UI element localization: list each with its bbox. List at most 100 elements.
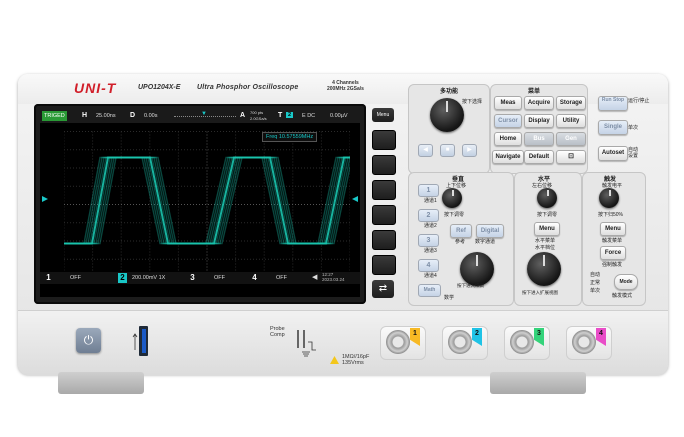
channel-4-info[interactable]: 4 OFF	[250, 273, 310, 283]
horizontal-push-zero-label: 按下调零	[537, 212, 558, 218]
stop-nav-button[interactable]: ■	[440, 144, 455, 157]
menu-button[interactable]: Menu	[372, 108, 394, 122]
acq-label: A	[240, 112, 246, 119]
bnc-connector	[510, 330, 534, 354]
gen-button[interactable]: Gen	[556, 132, 586, 146]
channel-1-value: OFF	[70, 275, 81, 281]
channel-3-label: 通道3	[424, 248, 437, 254]
frequency-readout: Freq 10.57559MHz	[262, 132, 318, 142]
channel-4-number: 4	[252, 273, 257, 282]
zoom-label: 按下进入扩展视图	[522, 290, 558, 295]
channel-2-label: 通道2	[424, 223, 437, 229]
channel-3-bnc[interactable]: 3	[504, 326, 550, 360]
navigate-button[interactable]: Navigate	[492, 150, 524, 164]
trigger-level-knob[interactable]	[599, 188, 619, 208]
spec-bandwidth: 200MHz 2GSa/s	[327, 86, 364, 92]
autoset-label: 自动设置	[628, 147, 639, 159]
swap-button[interactable]: ⇄	[372, 280, 394, 298]
force-button[interactable]: Force	[600, 246, 626, 260]
delay-label: D	[130, 112, 136, 119]
channel-4-button[interactable]: 4	[418, 259, 439, 272]
channel-1-bnc[interactable]: 1	[380, 326, 426, 360]
channel-2-bnc[interactable]: 2	[442, 326, 488, 360]
ref-button[interactable]: Ref	[450, 224, 472, 238]
horizontal-position-knob[interactable]	[537, 188, 557, 208]
print-screen-button[interactable]: ⊡	[556, 150, 586, 164]
meas-button[interactable]: Meas	[494, 96, 522, 110]
clock: 12:27 2023.03.24	[322, 272, 345, 282]
usb-icon	[132, 333, 138, 350]
acquire-button[interactable]: Acquire	[524, 96, 554, 110]
time-div-knob[interactable]	[527, 252, 561, 286]
ground-icon	[302, 351, 310, 357]
model-name: UPO1204X-E	[138, 84, 181, 91]
bus-button[interactable]: Bus	[524, 132, 554, 146]
probe-comp-terminals[interactable]	[294, 328, 324, 358]
usb-port[interactable]	[132, 322, 154, 360]
probe-comp-label: Probe Comp	[270, 326, 285, 338]
left-foot	[58, 372, 144, 394]
mode-single-label: 单次	[590, 288, 601, 294]
home-button[interactable]: Home	[494, 132, 522, 146]
math-button[interactable]: Math	[418, 284, 441, 297]
horizontal-menu-button[interactable]: Menu	[534, 222, 560, 236]
softkey-1[interactable]	[372, 130, 396, 150]
multipurpose-title: 多功能	[440, 89, 459, 95]
default-button[interactable]: Default	[524, 150, 554, 164]
channel2-offset-marker[interactable]	[42, 196, 48, 202]
bnc-connector	[386, 330, 410, 354]
channel-1-number: 1	[46, 273, 51, 282]
multipurpose-knob[interactable]	[430, 98, 464, 132]
channel-2-button[interactable]: 2	[418, 209, 439, 222]
digital-label: 数字通道	[475, 239, 496, 245]
channel-1-info[interactable]: 1 OFF	[44, 273, 104, 283]
softkey-6[interactable]	[372, 255, 396, 275]
mode-button[interactable]: Mode	[614, 274, 638, 290]
channel-3-info[interactable]: 3 OFF	[188, 273, 248, 283]
power-button[interactable]: ⏻	[76, 328, 101, 353]
timebase-label: H	[82, 112, 88, 119]
softkey-4[interactable]	[372, 205, 396, 225]
bnc-connector	[448, 330, 472, 354]
storage-button[interactable]: Storage	[556, 96, 586, 110]
trigger-menu-label: 触发菜单	[602, 238, 623, 244]
run-stop-button[interactable]: Run Stop	[598, 96, 628, 111]
multipurpose-push-label: 按下选择	[462, 99, 483, 105]
cursor-button[interactable]: Cursor	[494, 114, 522, 128]
channel-3-number: 3	[190, 273, 195, 282]
autoset-button[interactable]: Autoset	[598, 146, 628, 161]
trigger-menu-button[interactable]: Menu	[600, 222, 626, 236]
product-subtitle: Ultra Phosphor Oscilloscope	[197, 84, 299, 91]
trigger-level-marker[interactable]	[352, 196, 358, 202]
trigger-label: T	[278, 112, 283, 119]
arrow-left-button[interactable]: ◀	[418, 144, 433, 157]
trigger-push-50-label: 按下归50%	[598, 212, 624, 218]
single-button[interactable]: Single	[598, 120, 628, 135]
speaker-icon[interactable]: ◀	[312, 273, 317, 281]
channel-4-bnc[interactable]: 4	[566, 326, 612, 360]
trigger-state-badge: TRIGED	[42, 111, 67, 121]
arrow-right-button[interactable]: ▶	[462, 144, 477, 157]
display-button[interactable]: Display	[524, 114, 554, 128]
softkey-2[interactable]	[372, 155, 396, 175]
horizontal-scale-label: 水平档位	[535, 245, 556, 251]
timebase-value: 25.00ns	[96, 113, 116, 119]
softkey-3[interactable]	[372, 180, 396, 200]
channel-2-info[interactable]: 2 200.00mV 1X	[118, 273, 190, 283]
volts-div-knob[interactable]	[460, 252, 494, 286]
digital-button[interactable]: Digital	[476, 224, 504, 238]
channel-3-button[interactable]: 3	[418, 234, 439, 247]
sample-rate: 2.0GSa/s	[250, 116, 267, 121]
waveform-plot	[64, 131, 350, 278]
softkey-5[interactable]	[372, 230, 396, 250]
channel-2-value: 200.00mV 1X	[132, 275, 166, 281]
channel-1-label: 通道1	[424, 198, 437, 204]
utility-button[interactable]: Utility	[556, 114, 586, 128]
spec-label: 4 Channels 200MHz 2GSa/s	[327, 80, 364, 92]
channel-1-button[interactable]: 1	[418, 184, 439, 197]
run-stop-label: 运行/停止	[628, 98, 650, 104]
input-max-voltage: 135Vrms	[342, 360, 364, 366]
channel-4-label: 通道4	[424, 273, 437, 279]
vertical-position-knob[interactable]	[442, 188, 462, 208]
math-label: 数学	[444, 295, 455, 301]
